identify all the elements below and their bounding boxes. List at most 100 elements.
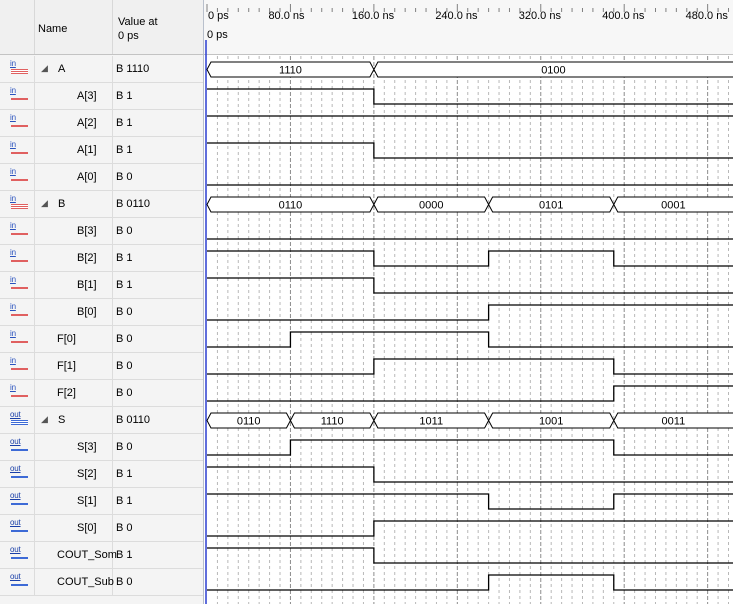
signal-row[interactable]: out S[0] B 0 [0, 515, 203, 542]
expand-triangle-icon[interactable]: ◢ [41, 414, 48, 425]
signal-name: COUT_Sub [57, 576, 114, 588]
output-pin-icon: out [10, 437, 30, 455]
signal-name: S[3] [77, 441, 97, 453]
signal-row[interactable]: in B[2] B 1 [0, 245, 203, 272]
signal-name-cell[interactable]: B[0] [35, 299, 113, 325]
pin-icon-label: in [10, 221, 16, 230]
pin-icon-label: out [10, 545, 21, 554]
pin-icon-label: in [10, 194, 16, 203]
waveform-panel[interactable]: 0 ps 80.0 ns 160.0 ns 240.0 ns 320.0 ns 400.0… [204, 0, 733, 604]
signal-name-cell[interactable]: S[1] [35, 488, 113, 514]
signal-row[interactable]: in B[1] B 1 [0, 272, 203, 299]
signal-name-cell[interactable]: A[0] [35, 164, 113, 190]
pin-icon-label: in [10, 302, 16, 311]
signal-list-header: Name Value at 0 ps [0, 0, 203, 55]
pin-icon-label: in [10, 383, 16, 392]
signal-name-cell[interactable]: B[1] [35, 272, 113, 298]
input-pin-icon: in [10, 356, 30, 374]
output-pin-icon: out [10, 491, 30, 509]
signal-name-cell[interactable]: F[1] [35, 353, 113, 379]
signal-name-cell[interactable]: B[2] [35, 245, 113, 271]
signal-row[interactable]: in F[1] B 0 [0, 353, 203, 380]
signal-name-cell[interactable]: A[3] [35, 83, 113, 109]
bus-value-label: 0100 [541, 65, 565, 77]
pin-icon-wire [11, 584, 28, 586]
signal-row[interactable]: out COUT_Som B 1 [0, 542, 203, 569]
signal-name: A [58, 63, 66, 75]
signal-row[interactable]: in ◢ B B 0110 [0, 191, 203, 218]
signal-row[interactable]: out S[1] B 1 [0, 488, 203, 515]
output-pin-icon: out [10, 410, 30, 428]
signal-name: B [58, 198, 66, 210]
signal-name: A[1] [77, 144, 97, 156]
input-pin-icon: in [10, 86, 30, 104]
signal-name-cell[interactable]: B[3] [35, 218, 113, 244]
pin-icon-cell: in [0, 245, 35, 271]
pin-icon-cell: in [0, 110, 35, 136]
signal-name-cell[interactable]: ◢ B [35, 191, 113, 217]
signal-value-cell: B 1 [113, 110, 203, 136]
signal-name-cell[interactable]: COUT_Sub [35, 569, 114, 595]
signal-row[interactable]: in A[3] B 1 [0, 83, 203, 110]
signal-name: B[0] [77, 306, 97, 318]
signal-value: B 0 [116, 522, 133, 534]
input-pin-icon: in [10, 140, 30, 158]
signal-name: F[0] [57, 333, 76, 345]
signal-row[interactable]: in B[3] B 0 [0, 218, 203, 245]
pin-icon-wire [11, 152, 28, 154]
signal-name-cell[interactable]: ◢ S [35, 407, 113, 433]
signal-name-cell[interactable]: ◢ A [35, 56, 113, 82]
signal-name-cell[interactable]: S[3] [35, 434, 113, 460]
waveform-canvas[interactable]: 1110 0100 0110 0000 0101 0001 0110 1110 1011 1001… [204, 0, 733, 604]
signal-name-cell[interactable]: S[0] [35, 515, 113, 541]
pin-icon-wire [11, 503, 28, 505]
signal-name-cell[interactable]: F[2] [35, 380, 113, 406]
signal-value: B 1 [116, 252, 133, 264]
pin-icon-wire [11, 125, 28, 127]
signal-name: A[2] [77, 117, 97, 129]
signal-name-cell[interactable]: COUT_Som [35, 542, 117, 568]
signal-row[interactable]: out COUT_Sub B 0 [0, 569, 203, 596]
pin-icon-label: out [10, 410, 21, 419]
signal-name-cell[interactable]: S[2] [35, 461, 113, 487]
signal-row[interactable]: out ◢ S B 0110 [0, 407, 203, 434]
signal-row[interactable]: in A[0] B 0 [0, 164, 203, 191]
signal-value-cell: B 0110 [113, 407, 203, 433]
input-pin-icon: in [10, 59, 30, 77]
signal-waveform [207, 439, 733, 456]
signal-row[interactable]: in F[2] B 0 [0, 380, 203, 407]
pin-icon-label: in [10, 248, 16, 257]
signal-value-cell: B 1 [113, 137, 203, 163]
output-pin-icon: out [10, 545, 30, 563]
signal-name-cell[interactable]: F[0] [35, 326, 113, 352]
signal-row[interactable]: in ◢ A B 1110 [0, 56, 203, 83]
signal-name-cell[interactable]: A[2] [35, 110, 113, 136]
signal-name: COUT_Som [57, 549, 117, 561]
pin-icon-label: out [10, 518, 21, 527]
pin-icon-cell: in [0, 164, 35, 190]
signal-name: A[3] [77, 90, 97, 102]
signal-row[interactable]: in F[0] B 0 [0, 326, 203, 353]
name-column-label: Name [38, 23, 68, 35]
signal-waveform [207, 574, 733, 591]
pin-icon-label: out [10, 572, 21, 581]
signal-row[interactable]: in A[1] B 1 [0, 137, 203, 164]
value-column-header[interactable]: Value at 0 ps [113, 0, 203, 54]
signal-row[interactable]: out S[3] B 0 [0, 434, 203, 461]
pin-icon-wire [11, 233, 28, 235]
name-column-header[interactable]: Name [35, 0, 113, 54]
expand-triangle-icon[interactable]: ◢ [41, 198, 48, 209]
signal-row[interactable]: in A[2] B 1 [0, 110, 203, 137]
value-column-label: Value at [118, 16, 158, 28]
signal-name-cell[interactable]: A[1] [35, 137, 113, 163]
expand-triangle-icon[interactable]: ◢ [41, 63, 48, 74]
bus-value-label: 0000 [419, 200, 443, 212]
signal-value-cell: B 1 [113, 83, 203, 109]
signal-row[interactable]: out S[2] B 1 [0, 461, 203, 488]
input-pin-icon: in [10, 113, 30, 131]
pin-icon-wire [11, 260, 28, 262]
pin-icon-label: in [10, 167, 16, 176]
pin-icon-wire [11, 557, 28, 559]
signal-row[interactable]: in B[0] B 0 [0, 299, 203, 326]
input-pin-icon: in [10, 302, 30, 320]
